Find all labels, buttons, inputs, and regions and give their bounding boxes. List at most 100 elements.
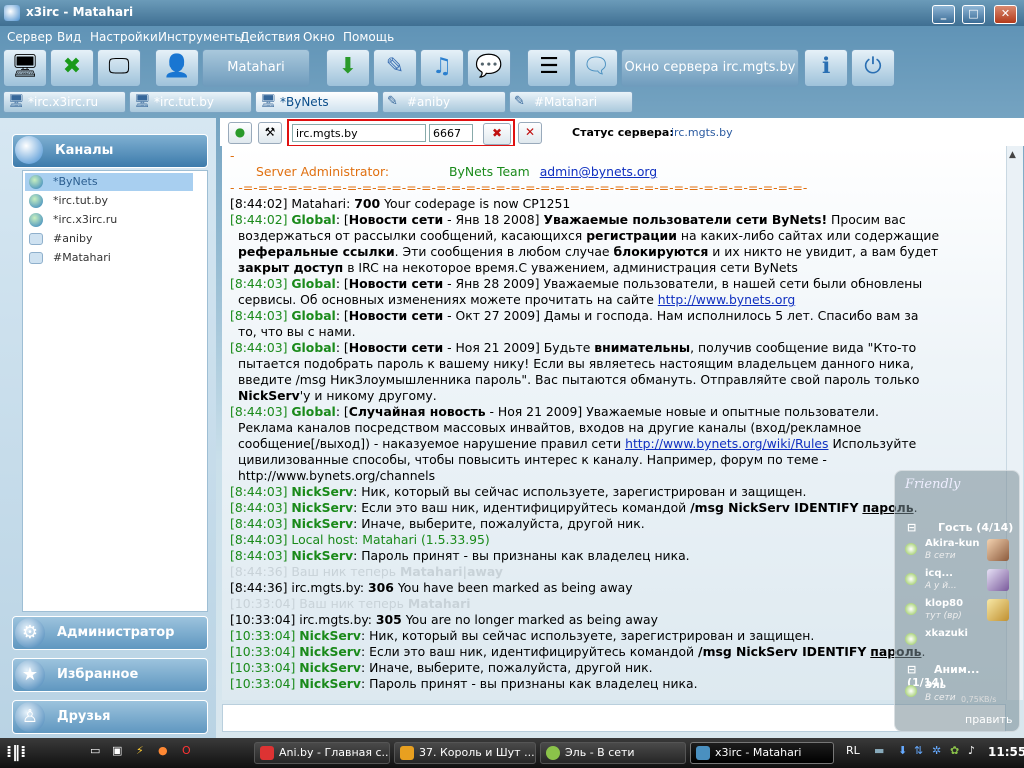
disconnect-icon: ✖ [491,126,503,140]
channel-item-matahari[interactable]: #Matahari [25,249,193,267]
task-el[interactable]: Эль - В сети [540,742,686,764]
admin-button[interactable]: ⚙ Администратор [12,616,208,650]
message-input[interactable] [222,704,1006,732]
download-button[interactable]: ⬇ [326,49,370,87]
quicklaunch-opera-icon[interactable]: O [182,744,191,757]
server-tab-icon: 🖥 [8,94,25,109]
speed-indicator: 0,75KB/s [961,695,997,704]
tab-label: *irc.tut.by [154,95,214,109]
menu-tools[interactable]: Инструменты [158,30,244,44]
settings-button[interactable]: ✖ [50,49,94,87]
channel-item-bynets[interactable]: *ByNets [25,173,193,191]
chat-line: [10:33:04] Ваш ник теперь Matahari [230,596,471,611]
info-button[interactable]: ℹ [804,49,848,87]
tab-irc-tut[interactable]: 🖥 *irc.tut.by [129,91,252,113]
chat-line: [10:33:04] NickServ: Если это ваш ник, и… [230,644,925,659]
pencil-icon: ✎ [385,54,405,79]
task-korol-i-shut[interactable]: 37. Король и Шут ... [394,742,536,764]
quicklaunch-firefox-icon[interactable]: ● [158,744,168,757]
task-aniby[interactable]: Ani.by - Главная с... [254,742,390,764]
scroll-up-icon[interactable]: ▲ [1009,150,1016,160]
chat-button[interactable]: 🗨 [574,49,618,87]
chat-line: - -=-=-=-=-=-=-=-=-=-=-=-=-=-=-=-=-=-=-=… [230,180,808,195]
tray-volume-icon[interactable]: ♪ [968,744,975,757]
menu-settings[interactable]: Настройки [90,30,158,44]
monitor-button[interactable]: 🖵 [97,49,141,87]
menu-view[interactable]: Вид [57,30,81,44]
globe-icon [29,194,43,208]
nick-button[interactable]: Matahari [202,49,310,87]
channel-item-irc-x3irc[interactable]: *irc.x3irc.ru [25,211,193,229]
server-list-button[interactable]: ☰ [527,49,571,87]
user-button[interactable]: 👤 [155,49,199,87]
channel-label: #Matahari [53,251,111,264]
friend-item[interactable]: icq... А у й... [905,567,1015,595]
rules-link[interactable]: http://www.bynets.org/wiki/Rules [625,436,828,451]
title-bar[interactable]: x3irc - Matahari _ □ ✕ [0,0,1024,26]
tab-matahari[interactable]: ✎ #Matahari [509,91,633,113]
tray-sync-icon[interactable]: ⇅ [914,744,923,757]
email-link[interactable]: admin@bynets.org [540,164,657,179]
chat-line: сообщение[/выход]) - наказуемое нарушени… [238,436,917,451]
server-window-button[interactable]: Окно сервера irc.mgts.by [621,49,799,87]
task-x3irc[interactable]: x3irc - Matahari [690,742,834,764]
tray-icq-icon[interactable]: ✿ [950,744,959,757]
chat-icon: 🗨 [582,54,610,79]
connect-button[interactable]: 🖥 [3,49,47,87]
avatar [987,539,1009,561]
chat-line: введите /msg НикЗлоумышленника пароль". … [238,372,920,387]
friend-item[interactable]: xkazuki [905,627,1015,655]
tray-network-icon[interactable]: ▬ [874,744,884,757]
disconnect-button[interactable]: ✖ [483,123,511,145]
channels-header[interactable]: Каналы [12,134,208,168]
tab-aniby[interactable]: ✎ #aniby [382,91,506,113]
quicklaunch-desktop-icon[interactable]: ▭ [90,744,100,757]
chat-line: [10:33:04] NickServ: Пароль принят - вы … [230,676,698,691]
chat-line: пытается подобрать пароль к вашему нику!… [238,356,914,371]
friend-item[interactable]: klop80 тут (вр) [905,597,1015,625]
channel-item-aniby[interactable]: #aniby [25,230,193,248]
friends-button[interactable]: ♙ Друзья [12,700,208,734]
start-button[interactable]: ⁞‖⁞ [6,742,76,764]
menu-actions[interactable]: Действия [240,30,300,44]
server-tools-button[interactable]: ⚒ [258,122,282,144]
power-button[interactable]: ⏻ [851,49,895,87]
bynets-link[interactable]: http://www.bynets.org [658,292,795,307]
server-status-value: irc.mgts.by [671,126,733,139]
notes-button[interactable]: 💬 [467,49,511,87]
menu-help[interactable]: Помощь [343,30,394,44]
quicklaunch-winamp-icon[interactable]: ⚡ [136,744,144,757]
language-indicator[interactable]: RL [846,744,860,757]
connect-server-button[interactable]: ● [228,122,252,144]
menu-server[interactable]: Сервер [7,30,52,44]
close-server-button[interactable]: ✕ [518,122,542,144]
tab-irc-x3irc[interactable]: 🖥 *irc.x3irc.ru [3,91,126,113]
server-port-input[interactable]: 6667 [429,124,473,142]
tab-bynets[interactable]: 🖥 *ByNets [255,91,379,113]
channel-item-irc-tut[interactable]: *irc.tut.by [25,192,193,210]
menu-window[interactable]: Окно [303,30,335,44]
chat-line: [10:33:04] irc.mgts.by: 305 You are no l… [230,612,658,627]
tray-gear-icon[interactable]: ✲ [932,744,941,757]
friend-item[interactable]: Эль В сети [905,679,1015,707]
friendly-send-link[interactable]: править [965,713,1012,726]
friend-group-guests[interactable]: ⊟ Гость (4/14) [907,521,1013,534]
close-button[interactable]: ✕ [994,5,1017,24]
tab-label: *ByNets [280,95,329,109]
tray-download-icon[interactable]: ⬇ [898,744,907,757]
info-icon: ℹ [821,54,831,79]
taskbar-clock[interactable]: 11:55 [988,745,1024,759]
channel-tab-icon: ✎ [387,94,398,109]
favorites-button[interactable]: ★ Избранное [12,658,208,692]
music-button[interactable]: ♫ [420,49,464,87]
chat-line: [8:44:03] Global: [Новости сети - Ноя 21… [230,340,917,355]
server-host-input[interactable]: irc.mgts.by [292,124,426,142]
minimize-button[interactable]: _ [932,5,955,24]
maximize-button[interactable]: □ [962,5,985,24]
music-icon: ♫ [432,54,452,79]
edit-button[interactable]: ✎ [373,49,417,87]
chat-line: воздержаться от рассылки сообщений, каса… [238,228,940,243]
quicklaunch-save-icon[interactable]: ▣ [112,744,122,757]
chat-line: [10:33:04] NickServ: Ник, который вы сей… [230,628,815,643]
friend-item[interactable]: Akira-kun В сети [905,537,1015,565]
